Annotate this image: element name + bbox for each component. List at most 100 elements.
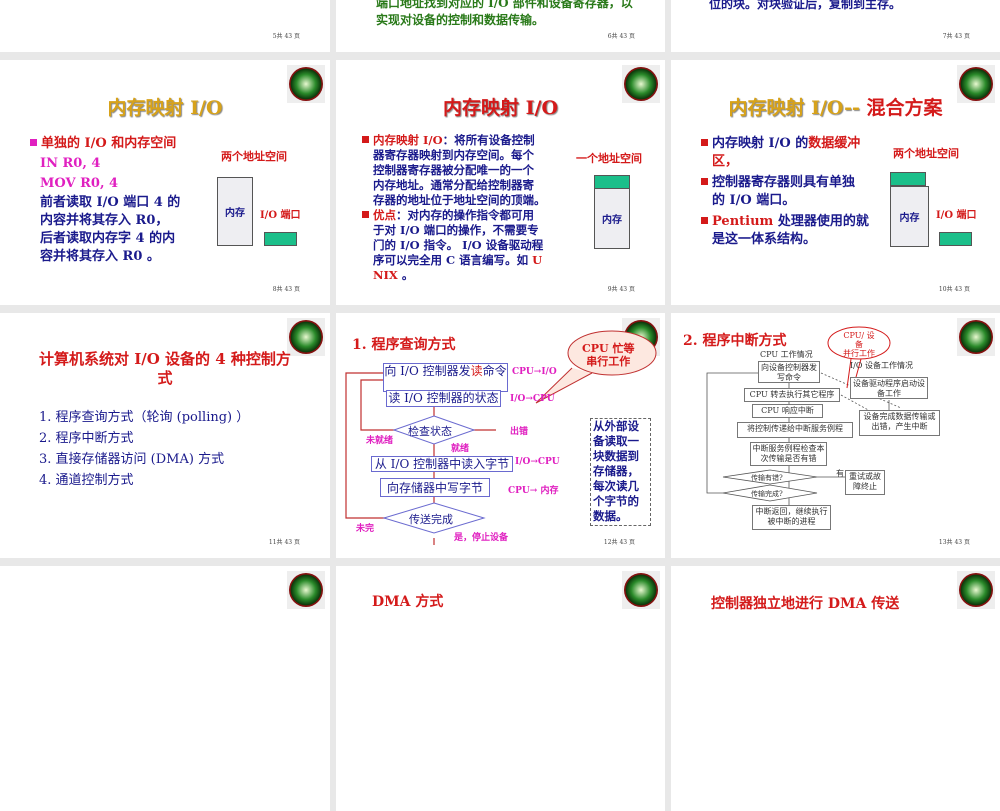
- code-line: MOV R0, 4: [40, 176, 119, 191]
- flow-label: CPU→ 内存: [508, 486, 559, 496]
- page-number: 5共 43 页: [272, 33, 300, 40]
- flow-label: I/O→CPU: [515, 457, 560, 467]
- slide-title: 内存映射 I/O-- 混合方案: [671, 93, 1000, 120]
- university-logo: [622, 571, 660, 609]
- slide-thumbnail-14[interactable]: [0, 566, 330, 811]
- send-read-command-box: 向 I/O 控制器发读命令: [383, 363, 508, 392]
- page-number: 9共 43 页: [607, 286, 635, 293]
- title-part: 内存映射 I/O--: [728, 97, 860, 119]
- ellipse-line: CPU/ 设: [843, 331, 875, 340]
- text-line: 处理器使用的就: [773, 214, 869, 229]
- yes-label: 有: [836, 469, 844, 478]
- io-port-block: [939, 232, 972, 246]
- note-line: 从外部设: [593, 419, 639, 433]
- flow-box: 中断返回，继续执行被中断的进程: [752, 505, 831, 530]
- callout-line: 串行工作: [586, 355, 631, 368]
- control-methods-list: 1. 程序查询方式（轮询 (polling) ） 2. 程序中断方式 3. 直接…: [39, 407, 249, 491]
- slide-thumbnail-5[interactable]: 5共 43 页: [0, 0, 330, 52]
- bullet-icon: [362, 136, 369, 143]
- check-status-decision: 检查状态: [408, 425, 452, 438]
- text-line: 器寄存器映射到内存空间。每个: [373, 148, 534, 162]
- flow-box: 设备完成数据传输或出错，产生中断: [859, 410, 940, 436]
- page-number: 6共 43 页: [607, 33, 635, 40]
- slide-thumbnail-7[interactable]: 位的块。对块验证后，复制到主存。 7共 43 页: [671, 0, 1000, 52]
- note-line: 存储器，: [593, 464, 639, 478]
- slide-thumbnail-11[interactable]: 计算机系统对 I/O 设备的 4 种控制方 式 1. 程序查询方式（轮询 (po…: [0, 313, 330, 558]
- code-line: IN R0, 4: [40, 156, 101, 171]
- bullet-icon: [30, 139, 37, 146]
- bullet-icon: [701, 139, 708, 146]
- box-text: 向 I/O 控制器发: [384, 364, 471, 378]
- text-line: 内存地址。通常分配给控制器寄: [373, 178, 534, 192]
- flow-label: I/O→CPU: [510, 394, 555, 404]
- slide-title: 2. 程序中断方式: [683, 333, 787, 349]
- slide-title: 内存映射 I/O: [107, 97, 223, 119]
- text-line: 门的 I/O 指令。 I/O 设备驱动程: [373, 238, 544, 252]
- note-line: 个字节的: [593, 494, 639, 508]
- slide-thumbnail-6[interactable]: 端口地址找到对应的 I/O 部件和设备寄存器，以 实现对设备的控制和数据传输。 …: [336, 0, 665, 52]
- page-number: 11共 43 页: [268, 539, 300, 546]
- bullet-icon: [701, 178, 708, 185]
- text-line: ：将所有设备控制: [442, 133, 535, 147]
- text-line: 的 I/O 端口。: [712, 193, 796, 208]
- slide-title: 控制器独立地进行 DMA 传送: [711, 596, 900, 612]
- decision-error: 传输有错?: [751, 474, 783, 482]
- note-line: 每次读几: [593, 479, 639, 493]
- page-number: 10共 43 页: [938, 286, 970, 293]
- slide-text: 位的块。对块验证后，复制到主存。: [709, 0, 902, 11]
- text-red: NIX: [373, 268, 398, 282]
- flow-label: 未就绪: [366, 436, 394, 446]
- text-line: 内存映射 I/O 的: [712, 136, 809, 151]
- title-line: 式: [157, 369, 173, 387]
- io-column-header: I/O 设备工作情况: [850, 361, 913, 370]
- text-line: 容并将其存入 R0 。: [40, 249, 160, 264]
- slide-thumbnail-15[interactable]: DMA 方式: [336, 566, 665, 811]
- text-line: 。: [397, 268, 414, 282]
- diagram-title: 一个地址空间: [576, 152, 642, 165]
- flow-box: 将控制传递给中断服务例程: [737, 422, 853, 438]
- flow-label: 就绪: [451, 444, 470, 454]
- slide-title: 1. 程序查询方式: [352, 337, 456, 353]
- slide-thumbnail-10[interactable]: 内存映射 I/O-- 混合方案 内存映射 I/O 的数据缓冲 区， 控制器寄存器…: [671, 60, 1000, 305]
- text-line: 是这一体系结构。: [712, 232, 817, 247]
- slide-thumbnail-13[interactable]: 2. 程序中断方式 CPU/ 设 备 并行工作 CPU 工作情况 I/O 设备工…: [671, 313, 1000, 558]
- decision-done: 传输完成?: [751, 490, 783, 498]
- slide-thumbnail-8[interactable]: 内存映射 I/O 单独的 I/O 和内存空间 IN R0, 4 MOV R0, …: [0, 60, 330, 305]
- io-port-block: [264, 232, 297, 246]
- flow-box: 重试或故障终止: [845, 470, 885, 495]
- bullet-icon: [701, 217, 708, 224]
- university-logo: [957, 571, 995, 609]
- text-red: Pentium: [712, 214, 774, 229]
- text-line: 序可以完全用 C 语言编写。如: [373, 253, 533, 267]
- diagram-title: 两个地址空间: [221, 150, 287, 163]
- text-line: 内容并将其存入 R0，: [40, 213, 169, 228]
- slide-title: 内存映射 I/O: [443, 97, 558, 119]
- flow-label: 出错: [510, 427, 529, 437]
- flow-box: 向设备控制器发写命令: [758, 361, 820, 383]
- text-line: 后者读取内存字 4 的内: [40, 231, 176, 246]
- flow-label: 未完: [356, 524, 375, 534]
- slide-thumbnail-12[interactable]: 1. 程序查询方式 向 I/O 控制器发读命令 读 I/O 控制器的状态 检查状…: [336, 313, 665, 558]
- page-number: 8共 43 页: [272, 286, 300, 293]
- note-line: 数据。: [593, 509, 628, 523]
- io-region-block: [594, 175, 630, 189]
- memory-block: 内存: [890, 186, 929, 247]
- text-line: 控制器寄存器则具有单独: [712, 175, 856, 190]
- bullet-icon: [362, 211, 369, 218]
- list-item: 3. 直接存储器访问 (DMA) 方式: [39, 452, 225, 467]
- slide-thumbnail-9[interactable]: 内存映射 I/O 内存映射 I/O：将所有设备控制 器寄存器映射到内存空间。每个…: [336, 60, 665, 305]
- slide-thumbnail-16[interactable]: 控制器独立地进行 DMA 传送: [671, 566, 1000, 811]
- slide-title: 计算机系统对 I/O 设备的 4 种控制方 式: [0, 350, 330, 388]
- buffer-block: [890, 172, 926, 186]
- text-line: 实现对设备的控制和数据传输。: [376, 13, 545, 27]
- slide-title: DMA 方式: [372, 594, 444, 610]
- bullet-text: 单独的 I/O 和内存空间: [41, 136, 177, 151]
- io-port-label: I/O 端口: [260, 210, 301, 221]
- slide-body: 内存映射 I/O：将所有设备控制 器寄存器映射到内存空间。每个 控制器寄存器被分…: [362, 133, 546, 283]
- text-line: ：对内存的操作指令都可用: [396, 208, 534, 222]
- callout-line: CPU 忙等: [582, 342, 635, 355]
- diagram-title: 两个地址空间: [893, 147, 959, 160]
- bullet-head: 内存映射 I/O: [373, 133, 443, 147]
- note-box: 从外部设 备读取一 块数据到 存储器， 每次读几 个字节的 数据。: [590, 418, 651, 526]
- flow-box: 中断服务例程检查本次传输是否有错: [750, 442, 827, 466]
